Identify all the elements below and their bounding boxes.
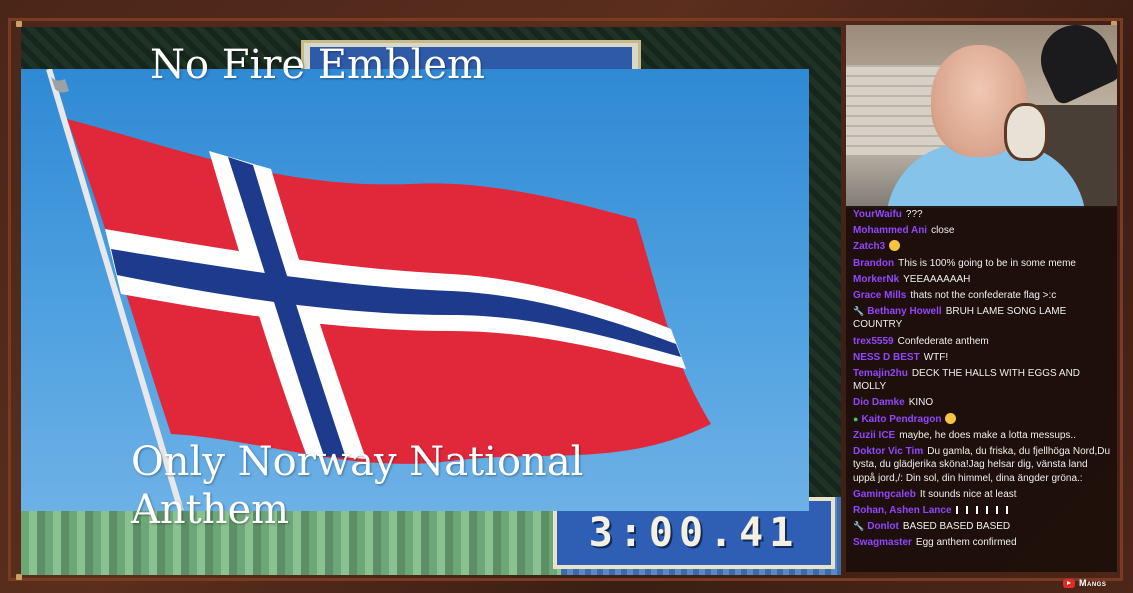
chat-username[interactable]: Kaito Pendragon [861,414,941,425]
bar-glyphs-icon [955,506,1016,514]
chat-username[interactable]: trex5559 [853,336,894,347]
chat-message: 🔧 Bethany Howell BRUH LAME SONG LAME COUNT… [853,305,1111,332]
chat-username[interactable]: NESS D BEST [853,352,920,363]
chat-message: Zuzii ICE maybe, he does make a lotta mes… [853,429,1111,442]
chat-text: maybe, he does make a lotta messups.. [899,429,1076,441]
chat-text: close [931,225,955,237]
timer-value: 3:00.41 [588,510,800,556]
chat-message: Swagmaster Egg anthem confirmed [853,536,1111,549]
chat-message: Mohammed Ani close [853,224,1111,237]
youtube-icon [1063,578,1075,588]
channel-name: Mangs [1079,578,1107,588]
chat-text: WTF! [923,351,949,363]
chat-username[interactable]: YourWaifu [853,209,902,220]
chat-message: NESS D BEST WTF! [853,351,1111,364]
chat-username[interactable]: Temajin2hu [853,368,908,379]
chat-message: Gamingcaleb It sounds nice at least [853,488,1111,501]
mask-figure [1004,103,1048,161]
chat-username[interactable]: Zuzii ICE [853,430,895,441]
chat-text: Confederate anthem [897,335,989,347]
moderator-badge-icon: 🔧 [853,521,865,532]
chat-username[interactable]: Donlot [867,521,899,532]
emoji-icon [945,412,957,424]
chat-username[interactable]: Doktor Vic Tim [853,446,923,457]
chat-username[interactable]: Swagmaster [853,537,912,548]
chat-message: Dio Damke KINO [853,396,1111,409]
chat-text: ??? [905,209,923,220]
chat-text: It sounds nice at least [919,488,1017,500]
chat-text: thats not the confederate flag >:c [910,289,1057,301]
sub-badge-icon: ● [853,413,859,424]
chat-username[interactable]: Grace Mills [853,290,906,301]
chat-text: Egg anthem confirmed [915,537,1017,549]
chat-message: Zatch3 [853,240,1111,253]
caption-bottom: Only Norway National Anthem [131,439,584,533]
chat-username[interactable]: Mohammed Ani [853,225,927,236]
chat-username[interactable]: Zatch3 [853,241,885,252]
caption-top: No Fire Emblem [150,42,485,88]
chat-message: MorkerNk YEEAAAAAAH [853,273,1111,286]
emoji-icon [889,240,901,252]
chat-message: Doktor Vic Tim Du gamla, du friska, du fj… [853,445,1111,485]
chat-message: Grace Mills thats not the confederate fla… [853,289,1111,302]
chat-message: YourWaifu??? [853,208,1111,221]
webcam-feed [846,25,1117,208]
moderator-badge-icon: 🔧 [853,306,865,317]
chat-message: Rohan, Ashen Lance [853,504,1111,517]
chat-text: This is 100% going to be in some meme [898,257,1076,269]
chat-username[interactable]: Brandon [853,258,894,269]
chat-username[interactable]: Dio Damke [853,397,905,408]
chat-message: trex5559 Confederate anthem [853,335,1111,348]
chat-message: ● Kaito Pendragon [853,412,1111,426]
chat-message: 🔧 Donlot BASED BASED BASED [853,520,1111,533]
chat-panel: YourWaifu??? Mohammed Ani close Zatch3 Brand… [846,206,1117,572]
chat-username[interactable]: Rohan, Ashen Lance [853,505,952,516]
chat-text: YEEAAAAAAH [903,273,971,285]
chat-message: Brandon This is 100% going to be in some … [853,257,1111,270]
chat-text: KINO [908,397,934,409]
chat-username[interactable]: Gamingcaleb [853,489,916,500]
chat-text: BASED BASED BASED [902,521,1011,533]
chat-username[interactable]: MorkerNk [853,274,899,285]
channel-branding: Mangs [1063,576,1106,590]
chat-username[interactable]: Bethany Howell [867,306,941,317]
chat-message: Temajin2hu DECK THE HALLS WITH EGGS AND M… [853,367,1111,394]
microphone-icon [1029,25,1117,107]
